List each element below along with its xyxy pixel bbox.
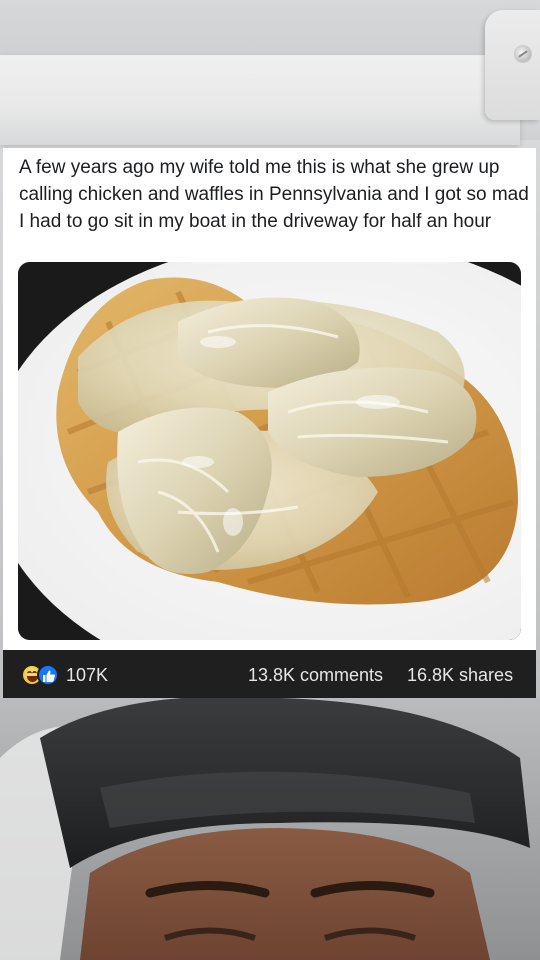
post-photo[interactable]: [18, 262, 521, 640]
screw-icon: [515, 46, 531, 62]
background-bracket: [485, 10, 540, 120]
reaction-icons[interactable]: [21, 664, 63, 686]
shares-count[interactable]: 16.8K shares: [407, 665, 513, 686]
likes-count[interactable]: 107K: [66, 665, 108, 686]
post-card: A few years ago my wife told me this is …: [3, 148, 536, 698]
chicken-waffles-image: [18, 262, 521, 640]
like-icon: [37, 664, 59, 686]
reactions-bar: 107K 13.8K comments 16.8K shares: [3, 650, 536, 698]
background-ledge: [0, 55, 520, 145]
comments-count[interactable]: 13.8K comments: [248, 665, 383, 686]
person-face-bandana: [0, 698, 540, 960]
screenshot-frame: A few years ago my wife told me this is …: [0, 0, 540, 960]
post-caption: A few years ago my wife told me this is …: [19, 157, 529, 232]
